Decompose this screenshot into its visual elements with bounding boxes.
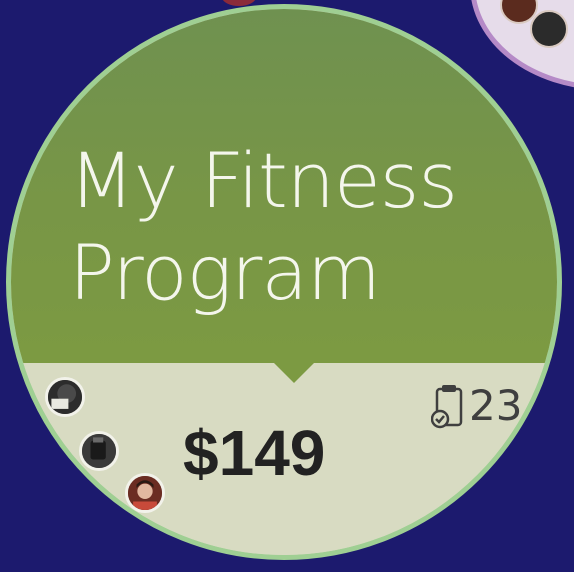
member-avatar-image bbox=[48, 380, 82, 414]
clipboard-check-icon bbox=[431, 385, 463, 429]
member-avatar-image bbox=[82, 434, 116, 468]
program-bubble[interactable]: My Fitness Program $149 23 bbox=[6, 4, 562, 560]
task-count-value: 23 bbox=[469, 381, 523, 430]
pointer-notch bbox=[272, 361, 316, 383]
member-avatar-image bbox=[128, 476, 162, 510]
program-title: My Fitness Program bbox=[69, 136, 458, 317]
task-count: 23 bbox=[431, 381, 522, 431]
member-avatar[interactable] bbox=[125, 473, 165, 513]
member-avatar[interactable] bbox=[45, 377, 85, 417]
program-screen: My Fitness Program $149 23 bbox=[0, 0, 574, 572]
program-price: $149 bbox=[183, 417, 326, 489]
member-avatar[interactable] bbox=[79, 431, 119, 471]
